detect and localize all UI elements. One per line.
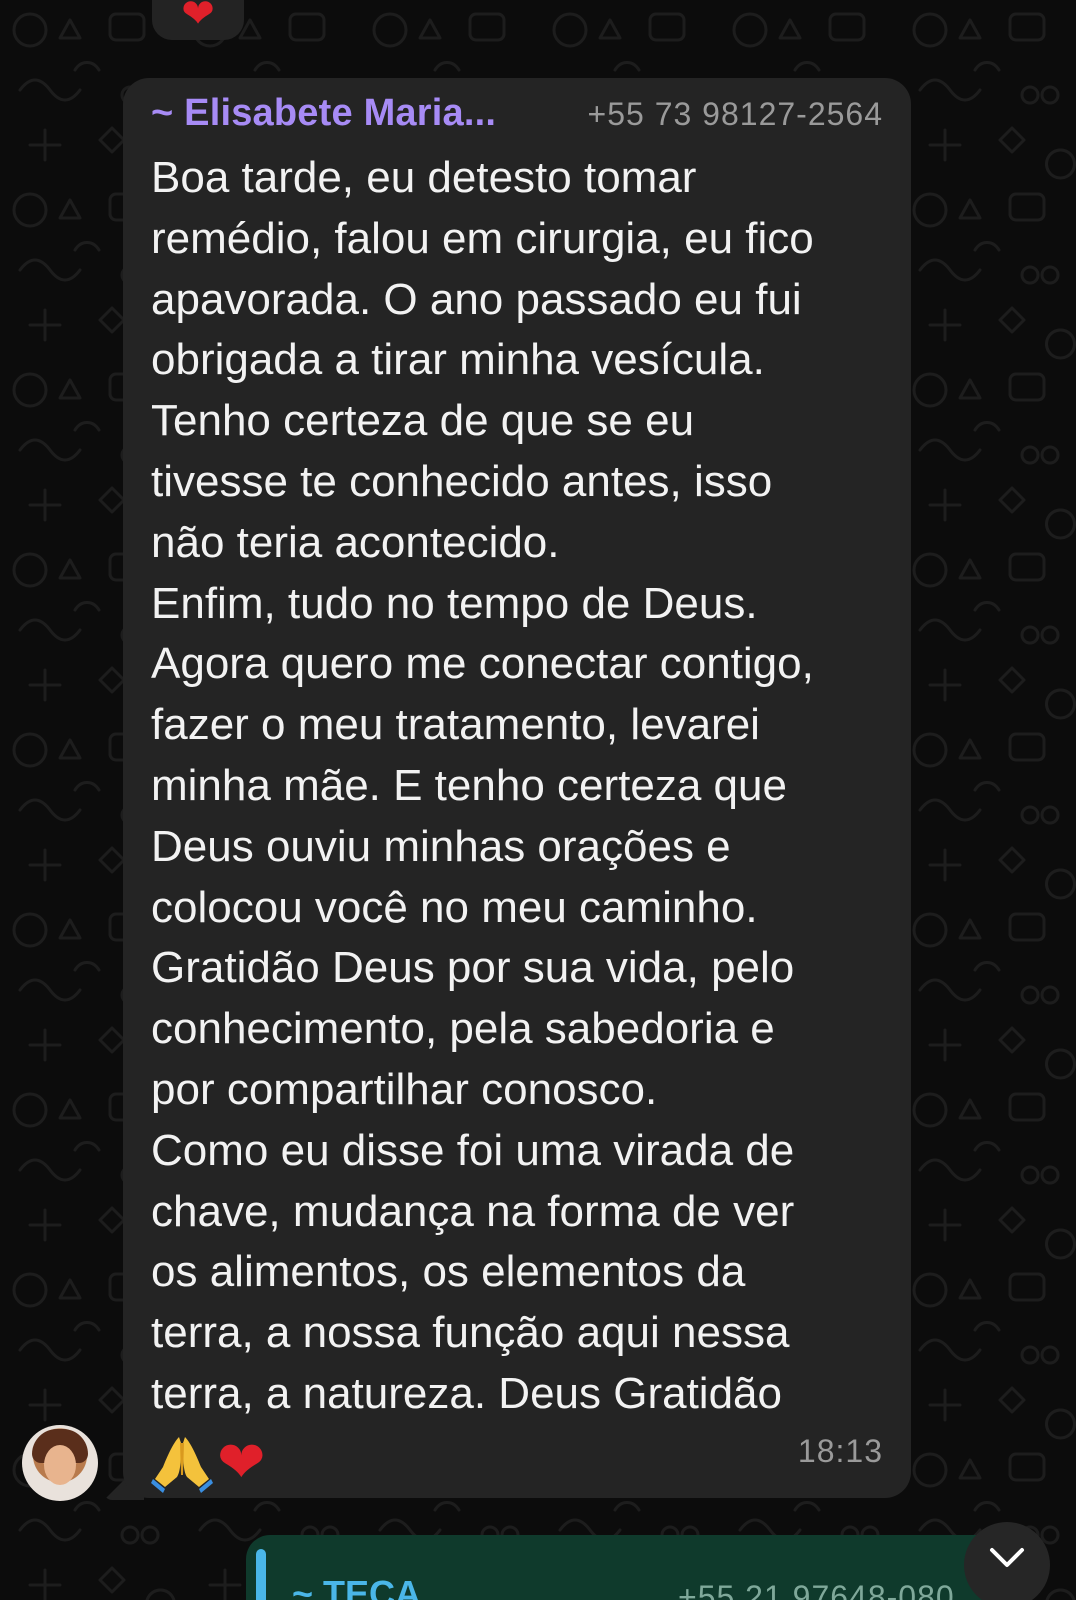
message-text: Boa tarde, eu detesto tomar remédio, fal… — [151, 153, 814, 1418]
praying-hands-icon — [151, 1436, 213, 1493]
chat-view[interactable]: ❤ ~ Elisabete Maria... +55 73 98127-2564… — [0, 0, 1076, 1600]
next-message-bubble[interactable]: ~ TECA +55 21 97648-080 — [246, 1535, 1006, 1600]
message-emoji-line: ❤ — [151, 1431, 883, 1495]
message-bubble[interactable]: ~ Elisabete Maria... +55 73 98127-2564 B… — [123, 78, 911, 1498]
message-header: ~ Elisabete Maria... +55 73 98127-2564 — [151, 92, 883, 148]
next-sender-name[interactable]: ~ TECA — [292, 1573, 421, 1600]
avatar-face — [44, 1445, 76, 1485]
sender-name[interactable]: ~ Elisabete Maria... — [151, 92, 496, 135]
reply-quote-bar — [256, 1549, 266, 1600]
heart-emoji: ❤ — [181, 0, 215, 36]
sender-phone[interactable]: +55 73 98127-2564 — [588, 96, 883, 133]
message-timestamp: 18:13 — [797, 1433, 883, 1469]
sender-avatar[interactable] — [22, 1425, 98, 1501]
chevron-down-icon — [990, 1548, 1024, 1567]
scroll-to-bottom-button[interactable] — [964, 1522, 1050, 1600]
next-sender-phone[interactable]: +55 21 97648-080 — [678, 1579, 955, 1600]
previous-message-bubble[interactable]: ❤ — [152, 0, 244, 40]
heart-emoji: ❤ — [217, 1429, 266, 1495]
